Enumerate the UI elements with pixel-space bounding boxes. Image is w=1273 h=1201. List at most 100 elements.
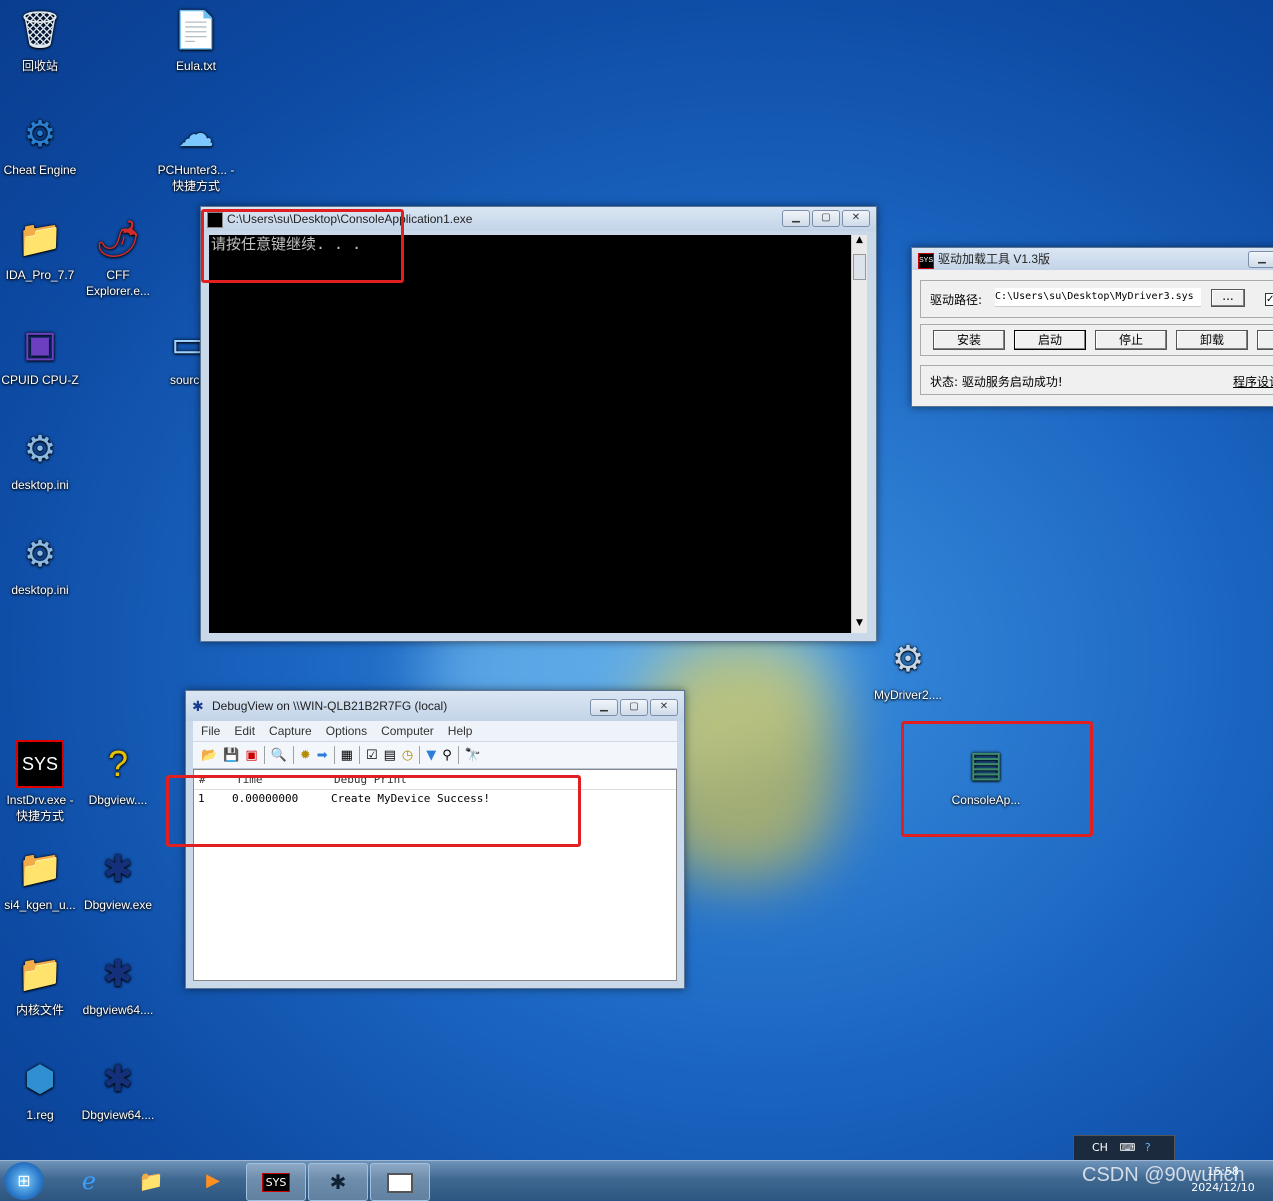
desktop-icon[interactable]: ⚙ desktop.ini <box>0 530 80 598</box>
browse-button[interactable]: ... <box>1211 289 1245 307</box>
desktop-icon[interactable]: ✱ Dbgview64.... <box>78 1055 158 1123</box>
menu-item-help[interactable]: Help <box>448 721 473 741</box>
desktop-icon-label: CPUID CPU-Z <box>1 373 79 387</box>
highlight-icon[interactable]: ⚲ <box>442 748 452 763</box>
desktop-icon[interactable]: SYS InstDrv.exe - 快捷方式 <box>0 740 80 824</box>
capture-icon[interactable]: ✹ <box>300 748 311 763</box>
options-icon[interactable]: ☑ <box>366 748 378 763</box>
taskbar-instdrv[interactable]: SYS <box>246 1163 306 1201</box>
start-button[interactable]: ⊞ <box>4 1162 44 1200</box>
bug-icon: ✱ <box>102 1058 134 1099</box>
desktop-icon[interactable]: ? Dbgview.... <box>78 740 158 808</box>
debugview-title: DebugView on \\WIN-QLB21B2R7FG (local) <box>212 699 448 713</box>
desktop-icon-label: InstDrv.exe - 快捷方式 <box>6 793 74 823</box>
desktop-icon-label: IDA_Pro_7.7 <box>5 268 75 282</box>
scroll-down-arrow[interactable]: ▼ <box>852 618 867 633</box>
desktop-icon[interactable]: 🌶 CFF Explorer.e... <box>78 215 158 299</box>
folder-icon: 📁 <box>17 848 63 889</box>
capture-kernel-icon[interactable]: ▦ <box>341 748 353 763</box>
desktop-icon[interactable]: 📁 内核文件 <box>0 950 80 1018</box>
help-file-icon: ? <box>107 743 129 784</box>
cff-explorer-icon: 🌶 <box>95 218 141 259</box>
desktop-icon[interactable]: ▣ CPUID CPU-Z <box>0 320 80 388</box>
close-button[interactable]: ✕ <box>650 699 678 716</box>
desktop-icon[interactable]: ⚙ Cheat Engine <box>0 110 80 178</box>
bug-icon: ✱ <box>102 953 134 994</box>
driver-loader-window[interactable]: SYS 驱动加载工具 V1.3版 ▁ 驱动路径: C:\Users\su\Des… <box>911 247 1273 407</box>
desktop-icon-label: Dbgview64.... <box>81 1108 155 1122</box>
menu-item-file[interactable]: File <box>201 721 220 741</box>
taskbar-ie[interactable]: ℯ <box>60 1163 118 1199</box>
start-button[interactable]: 启动 <box>1014 330 1086 350</box>
settings-link[interactable]: 程序设计 <box>1233 373 1273 390</box>
minimize-button[interactable]: ▁ <box>1248 251 1273 268</box>
desktop-icon[interactable]: ✱ dbgview64.... <box>78 950 158 1018</box>
desktop-icon[interactable]: ⚙ desktop.ini <box>0 425 80 493</box>
scroll-up-arrow[interactable]: ▲ <box>852 235 867 250</box>
desktop-icon[interactable]: 📁 si4_kgen_u... <box>0 845 80 913</box>
checkbox[interactable]: ✓ <box>1265 293 1273 306</box>
status-text: 状态: 驱动服务启动成功! <box>930 375 1063 389</box>
save-icon[interactable]: 💾 <box>223 748 239 763</box>
desktop-icon-label: Eula.txt <box>175 59 217 73</box>
find-icon[interactable]: 🔍 <box>271 748 287 763</box>
desktop-icon[interactable]: 📁 IDA_Pro_7.7 <box>0 215 80 283</box>
action-group: 安装 启动 停止 卸载 <box>920 324 1273 356</box>
menu-item-computer[interactable]: Computer <box>381 721 434 741</box>
minimize-button[interactable]: ▁ <box>590 699 618 716</box>
open-icon[interactable]: 📂 <box>201 748 217 763</box>
taskbar-console[interactable] <box>370 1163 430 1201</box>
console-scrollbar[interactable]: ▲ ▼ <box>851 235 867 633</box>
debugview-titlebar[interactable]: ✱ DebugView on \\WIN-QLB21B2R7FG (local)… <box>186 691 684 721</box>
pchunter-icon: ☁ <box>178 113 214 154</box>
history-icon[interactable]: ▤ <box>384 748 396 763</box>
minimize-button[interactable]: ▁ <box>782 210 810 227</box>
menu-item-edit[interactable]: Edit <box>234 721 255 741</box>
install-button[interactable]: 安装 <box>933 330 1005 350</box>
desktop-icon[interactable]: 🗑 回收站 <box>0 6 80 74</box>
desktop-icon[interactable]: 📄 Eula.txt <box>156 6 236 74</box>
close-button[interactable]: ✕ <box>842 210 870 227</box>
binoculars-icon[interactable]: 🔭 <box>465 748 481 763</box>
stop-button[interactable]: 停止 <box>1095 330 1167 350</box>
maximize-button[interactable]: ▢ <box>620 699 648 716</box>
desktop-icon-label: 1.reg <box>26 1108 54 1122</box>
desktop-icon[interactable]: ⚙ MyDriver2.... <box>868 635 948 703</box>
filter-icon[interactable]: ▼ <box>426 748 436 763</box>
path-input[interactable]: C:\Users\su\Desktop\MyDriver3.sys <box>995 288 1201 307</box>
driver-loader-title: 驱动加载工具 V1.3版 <box>938 252 1051 266</box>
path-group: 驱动路径: C:\Users\su\Desktop\MyDriver3.sys … <box>920 280 1273 318</box>
taskbar-dbgview[interactable]: ✱ <box>308 1163 368 1201</box>
clock-icon[interactable]: ◷ <box>402 748 413 763</box>
clear-icon[interactable]: ▣ <box>245 748 257 763</box>
desktop-icon-label: MyDriver2.... <box>873 688 942 702</box>
taskbar-explorer[interactable]: 📁 <box>122 1163 180 1199</box>
bug-icon: ✱ <box>102 848 134 889</box>
help-icon[interactable]: ? <box>1145 1141 1151 1154</box>
highlight-debug-print <box>166 775 581 847</box>
forward-icon[interactable]: ➡ <box>317 748 328 763</box>
language-bar[interactable]: CH ⌨ ? <box>1073 1135 1175 1161</box>
maximize-button[interactable]: ▢ <box>812 210 840 227</box>
menu-item-options[interactable]: Options <box>326 721 367 741</box>
language-indicator[interactable]: CH <box>1092 1141 1108 1154</box>
menu-item-capture[interactable]: Capture <box>269 721 312 741</box>
uninstall-button[interactable]: 卸载 <box>1176 330 1248 350</box>
extra-button[interactable] <box>1257 330 1273 350</box>
bug-icon: ✱ <box>192 698 204 714</box>
ini-file-icon: ⚙ <box>23 428 57 469</box>
desktop-icon[interactable]: ⬢ 1.reg <box>0 1055 80 1123</box>
highlight-console-app-icon <box>901 721 1093 837</box>
taskbar-media[interactable]: ▶ <box>184 1163 242 1199</box>
driver-loader-titlebar[interactable]: SYS 驱动加载工具 V1.3版 ▁ <box>912 248 1273 270</box>
reg-file-icon: ⬢ <box>24 1058 56 1099</box>
desktop-icon-label: 回收站 <box>21 59 58 73</box>
sys-icon: SYS <box>16 740 64 788</box>
folder-icon: 📁 <box>17 218 63 259</box>
keyboard-icon[interactable]: ⌨ <box>1119 1141 1135 1154</box>
desktop-icon-label: 内核文件 <box>15 1003 64 1017</box>
desktop-icon[interactable]: ✱ Dbgview.exe <box>78 845 158 913</box>
scroll-thumb[interactable] <box>853 254 866 280</box>
desktop-icon[interactable]: ☁ PCHunter3... - 快捷方式 <box>156 110 236 194</box>
console-output-area[interactable]: 请按任意键继续. . . <box>209 235 851 633</box>
